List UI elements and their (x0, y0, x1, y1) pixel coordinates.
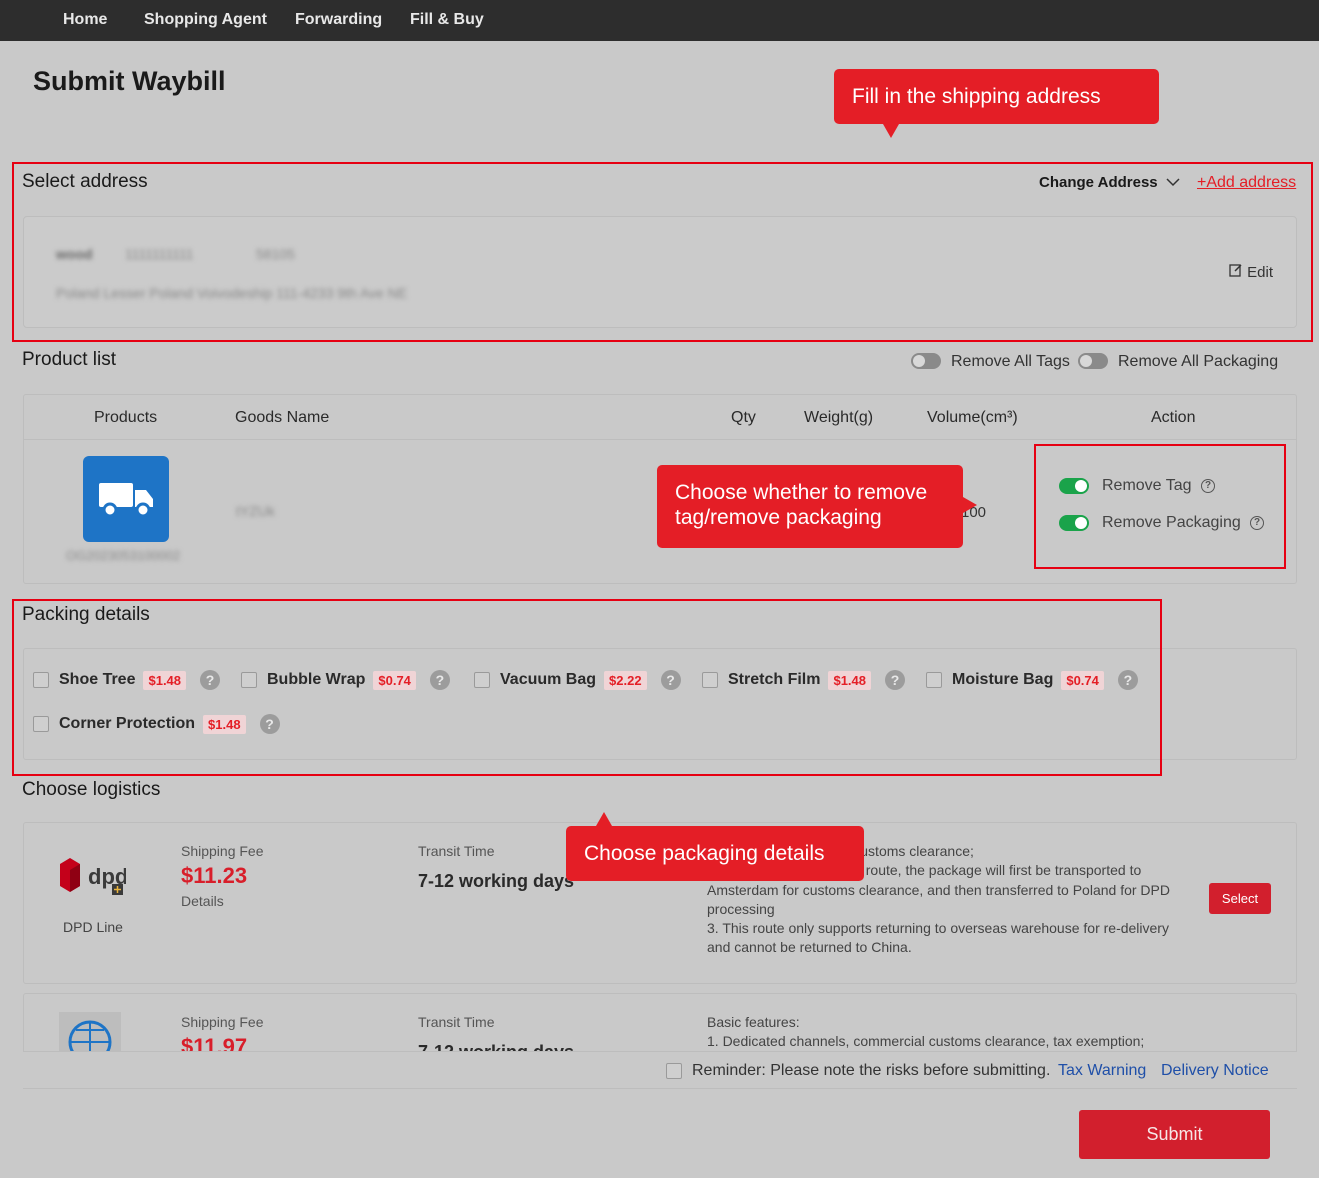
desc-line: Amsterdam for customs clearance, and the… (707, 881, 1170, 898)
footer-divider (23, 1088, 1297, 1089)
shipping-fee: $11.23 (181, 863, 248, 888)
desc-line: and cannot be returned to China. (707, 939, 912, 956)
submit-button[interactable]: Submit (1079, 1110, 1270, 1159)
desc-line: 1. Dedicated channels, commercial custom… (707, 1033, 1145, 1050)
reminder-text: Reminder: Please note the risks before s… (692, 1062, 1051, 1079)
callout-address-arrow (883, 124, 899, 138)
product-section-title: Product list (22, 349, 116, 370)
callout-address-text: Fill in the shipping address (852, 84, 1101, 108)
callout-remove-tag-line2: tag/remove packaging (675, 506, 882, 529)
globe-logo-icon (59, 1012, 121, 1054)
select-logistics-button[interactable]: Select (1209, 883, 1271, 914)
col-goods-name: Goods Name (235, 409, 330, 426)
highlight-packing (12, 599, 1162, 776)
highlight-action (1034, 444, 1286, 569)
product-goods-name: tYZUk (236, 503, 275, 519)
desc-line: processing (707, 900, 775, 917)
transit-time-label: Transit Time (418, 1014, 495, 1030)
col-weight: Weight(g) (804, 409, 874, 426)
transit-time: 7-12 working days (418, 871, 575, 891)
callout-packaging: Choose packaging details (566, 826, 864, 881)
truck-icon (99, 483, 153, 518)
callout-remove-tag: Choose whether to remove tag/remove pack… (657, 465, 963, 548)
dpd-logo-icon: dpd (60, 858, 126, 895)
remove-all-tags-toggle[interactable] (911, 353, 941, 369)
product-image (83, 456, 169, 542)
reminder-checkbox[interactable] (666, 1063, 682, 1079)
shipping-fee-label: Shipping Fee (181, 843, 264, 859)
highlight-address (12, 162, 1313, 342)
callout-remove-tag-arrow (963, 497, 977, 513)
desc-line: 3. This route only supports returning to… (707, 920, 1169, 937)
remove-all-tags-label: Remove All Tags (951, 353, 1070, 370)
callout-packaging-text: Choose packaging details (584, 841, 825, 865)
logistics-description: Basic features: 1. Dedicated channels, c… (707, 1013, 1177, 1052)
logistics-name: DPD Line (63, 919, 123, 935)
callout-remove-tag-line1: Choose whether to remove (675, 481, 928, 504)
shipping-fee-label: Shipping Fee (181, 1014, 264, 1030)
product-order-no: OG2023053100002 (66, 548, 181, 563)
col-qty: Qty (731, 409, 756, 426)
delivery-notice-link[interactable]: Delivery Notice (1161, 1062, 1269, 1080)
transit-time-label: Transit Time (418, 843, 495, 859)
logistics-section-title: Choose logistics (22, 779, 161, 800)
top-nav: Home Shopping Agent Forwarding Fill & Bu… (0, 0, 1319, 41)
nav-home[interactable]: Home (63, 11, 107, 29)
page-title: Submit Waybill (33, 66, 226, 96)
callout-address: Fill in the shipping address (834, 69, 1159, 124)
nav-forwarding[interactable]: Forwarding (295, 11, 382, 29)
tax-warning-link[interactable]: Tax Warning (1058, 1062, 1146, 1080)
col-products: Products (94, 409, 158, 426)
nav-fill-and-buy[interactable]: Fill & Buy (410, 11, 484, 29)
nav-shopping-agent[interactable]: Shopping Agent (144, 11, 267, 29)
callout-packaging-arrow (596, 812, 612, 826)
remove-all-packaging-label: Remove All Packaging (1118, 353, 1279, 370)
col-volume: Volume(cm³) (927, 409, 1018, 426)
table-divider (24, 439, 1296, 440)
desc-line: Basic features: (707, 1014, 800, 1030)
footer-bar: Reminder: Please note the risks before s… (23, 1051, 1297, 1178)
details-link[interactable]: Details (181, 893, 224, 909)
col-action: Action (1151, 409, 1196, 426)
remove-all-packaging-toggle[interactable] (1078, 353, 1108, 369)
